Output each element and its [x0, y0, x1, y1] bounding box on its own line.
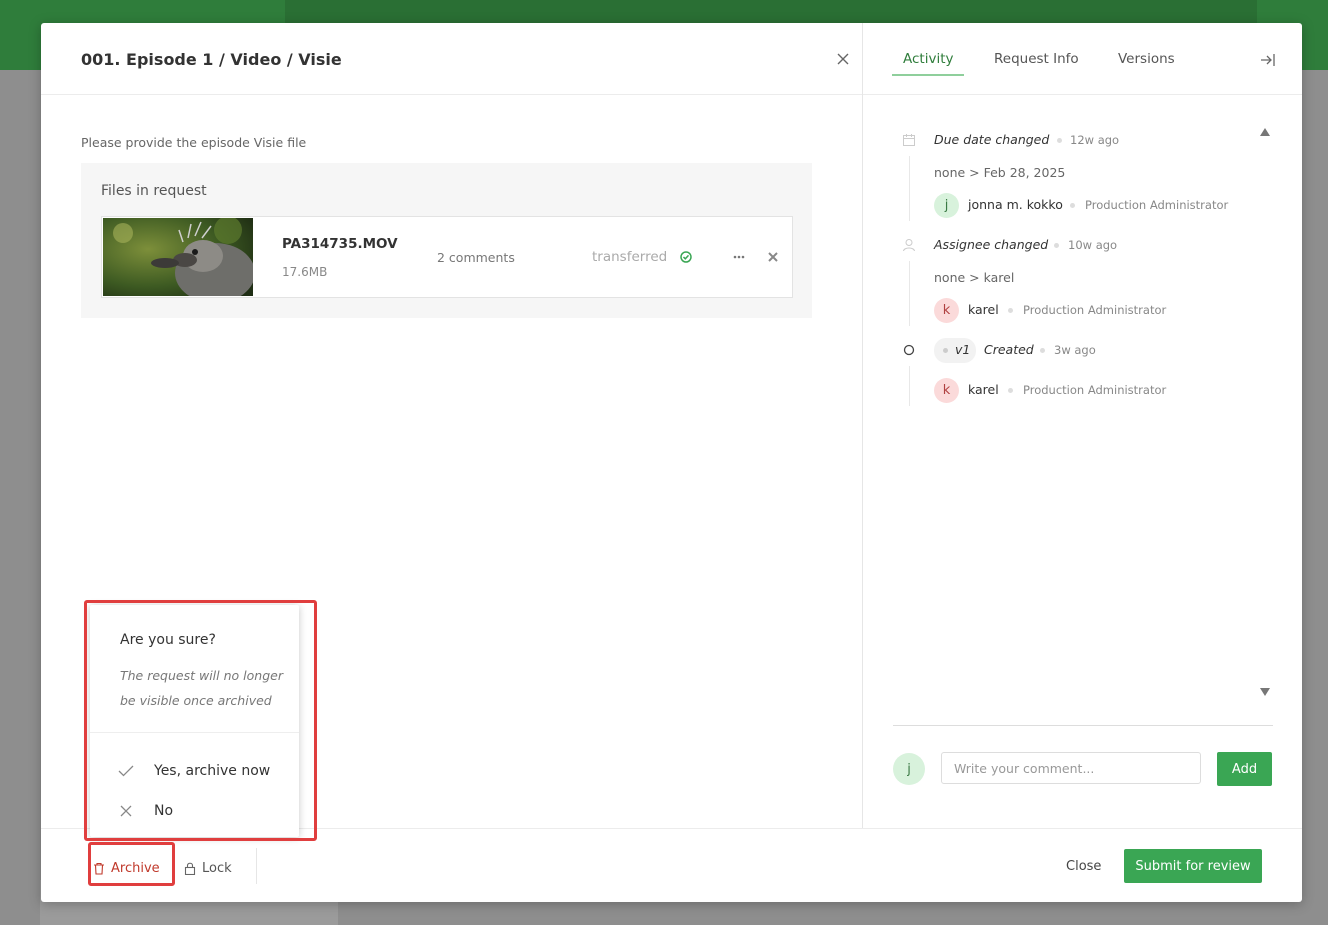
cancel-archive-option[interactable]: No [118, 800, 173, 822]
remove-icon[interactable] [767, 251, 779, 263]
popover-title: Are you sure? [120, 632, 216, 648]
submit-for-review-button[interactable]: Submit for review [1124, 849, 1262, 883]
activity-change: none > karel [934, 270, 1015, 285]
activity-user-role: Production Administrator [1085, 198, 1229, 212]
version-label: v1 [955, 342, 971, 357]
archive-label: Archive [111, 860, 160, 876]
activity-pane: Activity Request Info Versions Due date … [863, 23, 1302, 828]
archive-confirm-popover: Are you sure? The request will no longer… [90, 605, 299, 837]
separator-dot [1040, 348, 1045, 353]
activity-time: 3w ago [1054, 343, 1096, 357]
activity-change: none > Feb 28, 2025 [934, 165, 1066, 180]
footer-divider [256, 848, 257, 884]
lock-icon [184, 862, 196, 875]
activity-thread-line [909, 156, 910, 221]
scroll-up-icon[interactable] [1260, 128, 1270, 136]
check-icon [118, 765, 134, 777]
x-icon [120, 805, 132, 817]
app-header-strip [285, 0, 1257, 24]
file-thumbnail[interactable] [103, 218, 253, 296]
file-comments-link[interactable]: 2 comments [437, 250, 515, 265]
files-section: Files in request PA314735.MOV 17.6MB 2 c… [81, 163, 812, 318]
separator-dot [1070, 203, 1075, 208]
avatar: k [934, 298, 959, 323]
confirm-archive-option[interactable]: Yes, archive now [118, 760, 270, 782]
popover-message: The request will no longer be visible on… [120, 668, 283, 708]
lock-button[interactable]: Lock [184, 857, 232, 879]
activity-event: Created [984, 342, 1034, 357]
activity-user: jonna m. kokko [968, 197, 1063, 212]
user-icon [903, 239, 915, 252]
check-circle-icon [680, 251, 692, 263]
activity-thread-line [909, 366, 910, 406]
add-comment-button[interactable]: Add [1217, 752, 1272, 786]
activity-time: 10w ago [1068, 238, 1118, 252]
cancel-archive-label: No [154, 803, 174, 819]
separator-dot [1057, 138, 1062, 143]
scroll-down-icon[interactable] [1260, 688, 1270, 696]
popover-divider [90, 732, 299, 733]
activity-user-role: Production Administrator [1023, 303, 1167, 317]
separator-dot [1008, 308, 1013, 313]
active-tab-indicator [892, 74, 964, 76]
file-size: 17.6MB [282, 265, 328, 279]
activity-event: Assignee changed [934, 237, 1049, 252]
calendar-icon [903, 134, 915, 146]
separator-dot [1054, 243, 1059, 248]
modal-header: 001. Episode 1 / Video / Visie [41, 23, 862, 95]
avatar: k [934, 378, 959, 403]
tab-versions[interactable]: Versions [1118, 51, 1175, 67]
activity-user: karel [968, 382, 999, 397]
tab-request-info[interactable]: Request Info [994, 51, 1079, 67]
more-icon[interactable] [732, 250, 746, 264]
version-badge[interactable]: v1 [934, 338, 976, 363]
collapse-panel-icon[interactable] [1260, 52, 1276, 68]
separator-dot [1008, 388, 1013, 393]
request-modal: 001. Episode 1 / Video / Visie Please pr… [41, 23, 1302, 902]
file-name[interactable]: PA314735.MOV [282, 236, 398, 252]
activity-user-role: Production Administrator [1023, 383, 1167, 397]
avatar: j [934, 193, 959, 218]
close-icon[interactable] [835, 51, 851, 67]
confirm-archive-label: Yes, archive now [154, 763, 271, 779]
side-tabs: Activity Request Info Versions [863, 23, 1302, 95]
file-status: transferred [592, 249, 668, 265]
activity-event: Due date changed [934, 132, 1050, 147]
activity-time: 12w ago [1070, 133, 1120, 147]
archive-button[interactable]: Archive [93, 857, 160, 879]
tab-activity[interactable]: Activity [903, 51, 954, 67]
trash-icon [94, 862, 104, 875]
avatar: j [893, 753, 925, 785]
lock-label: Lock [202, 860, 232, 876]
version-circle-icon [903, 344, 915, 356]
activity-thread-line [909, 261, 910, 326]
comment-divider [893, 725, 1273, 726]
comment-input[interactable] [941, 752, 1201, 784]
request-description: Please provide the episode Visie file [81, 135, 307, 150]
file-row[interactable]: PA314735.MOV 17.6MB 2 comments transferr… [101, 216, 793, 298]
close-button[interactable]: Close [1066, 859, 1101, 874]
modal-footer: Archive Lock Close Submit for review [41, 828, 1302, 903]
activity-user: karel [968, 302, 999, 317]
separator-dot [943, 348, 948, 353]
files-section-title: Files in request [101, 183, 207, 199]
modal-title: 001. Episode 1 / Video / Visie [81, 50, 342, 69]
